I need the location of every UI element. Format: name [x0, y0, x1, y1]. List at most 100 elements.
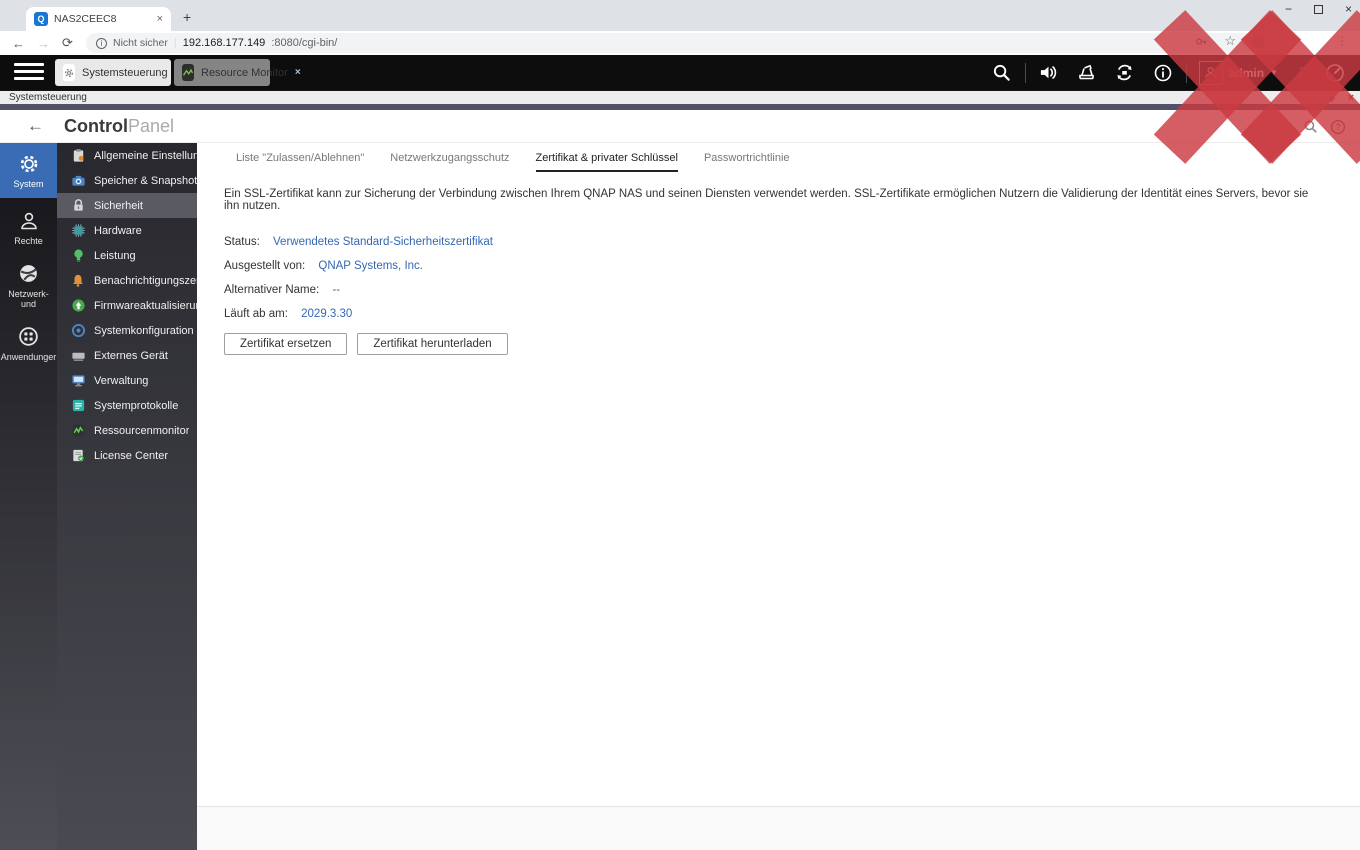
- row-label: Alternativer Name:: [224, 284, 320, 296]
- user-avatar-icon: [1198, 60, 1223, 85]
- bell-icon: [70, 273, 86, 289]
- sidebar-item-systemprotokolle[interactable]: Systemprotokolle: [57, 393, 197, 418]
- sidebar-item-ressourcenmonitor[interactable]: Ressourcenmonitor: [57, 418, 197, 443]
- rail-label: System: [13, 179, 44, 189]
- sidebar-item-allgemeine-einstellungen[interactable]: Allgemeine Einstellungen: [57, 143, 197, 168]
- camera-icon: [70, 173, 86, 189]
- download-certificate-button[interactable]: Zertifikat herunterladen: [357, 333, 508, 355]
- search-icon[interactable]: [983, 63, 1021, 82]
- tab-netzwerkzugangsschutz[interactable]: Netzwerkzugangsschutz: [390, 152, 509, 172]
- back-icon[interactable]: ←: [27, 116, 44, 136]
- page-info-icon[interactable]: i: [96, 37, 107, 49]
- tab-close-icon[interactable]: ×: [157, 13, 163, 25]
- qnap-tab-label: Systemsteuerung: [82, 66, 168, 79]
- user-menu[interactable]: admin ▼: [1191, 60, 1286, 85]
- taskbar-window-title[interactable]: Systemsteuerung: [9, 92, 87, 103]
- qnap-tab-label: Resource Monitor: [201, 66, 288, 79]
- ssl-description: Ein SSL-Zertifikat kann zur Sicherung de…: [224, 188, 1309, 212]
- rail-item-anwendungen[interactable]: Anwendunger: [0, 313, 57, 366]
- user-name: admin: [1228, 65, 1265, 80]
- more-options-icon[interactable]: ⋮: [1286, 65, 1316, 81]
- info-icon[interactable]: [1144, 63, 1182, 83]
- rail-item-rechte[interactable]: Rechte: [0, 198, 57, 250]
- chip-icon: [70, 223, 86, 239]
- page-title: ControlPanel: [64, 116, 174, 137]
- dashboard-gauge-icon[interactable]: [1316, 62, 1354, 84]
- profile-avatar-icon[interactable]: [1252, 34, 1265, 48]
- lightbulb-icon: [70, 248, 86, 264]
- url-separator: |: [173, 37, 177, 49]
- toolbar-separator: [1185, 62, 1187, 83]
- forward-icon[interactable]: →: [37, 36, 50, 51]
- bookmark-star-icon[interactable]: ☆: [1224, 33, 1236, 49]
- back-icon[interactable]: ←: [12, 36, 25, 51]
- window-close-icon[interactable]: ×: [1345, 2, 1352, 16]
- rail-item-system[interactable]: System: [0, 143, 57, 198]
- tab-liste-zulassen-ablehnen[interactable]: Liste "Zulassen/Ablehnen": [236, 152, 364, 172]
- sidebar-item-verwaltung[interactable]: Verwaltung: [57, 368, 197, 393]
- main-menu-icon[interactable]: [14, 63, 44, 80]
- screen: Q NAS2CEEC8 × + − × ← → ⟳ i Nicht sicher…: [0, 0, 1360, 850]
- sidebar-item-hardware[interactable]: Hardware: [57, 218, 197, 243]
- close-tab-icon[interactable]: ×: [295, 67, 301, 78]
- sidebar-item-firmwareaktualisierung[interactable]: Firmwareaktualisierung: [57, 293, 197, 318]
- sidebar-item-benachrichtigungszentrum[interactable]: Benachrichtigungszentru...: [57, 268, 197, 293]
- rail-item-netzwerk[interactable]: Netzwerk-und: [0, 250, 57, 313]
- help-icon[interactable]: ?: [1330, 119, 1346, 135]
- row-label: Ausgestellt von:: [224, 260, 306, 272]
- address-bar-actions: ☆: [1195, 33, 1265, 49]
- certificate-actions: Zertifikat ersetzen Zertifikat herunterl…: [224, 333, 1360, 355]
- browser-tab-title: NAS2CEEC8: [54, 13, 117, 25]
- tab-zertifikat-privater-schluessel[interactable]: Zertifikat & privater Schlüssel: [535, 152, 678, 172]
- background-tasks-icon[interactable]: [1068, 63, 1106, 83]
- browser-tab[interactable]: Q NAS2CEEC8 ×: [26, 7, 171, 31]
- row-laeuft-ab-am: Läuft ab am: 2029.3.30: [224, 308, 1360, 320]
- chevron-down-icon: ▼: [1270, 68, 1278, 77]
- sidebar-item-license-center[interactable]: License Center: [57, 443, 197, 468]
- volume-icon[interactable]: [1030, 63, 1068, 82]
- sidebar-item-systemkonfiguration[interactable]: Systemkonfiguration: [57, 318, 197, 343]
- lock-icon: [70, 198, 86, 214]
- globe-icon: [20, 265, 37, 282]
- browser-menu-icon[interactable]: ⋮: [1336, 34, 1348, 48]
- qnap-tab-resource-monitor[interactable]: Resource Monitor ×: [174, 59, 301, 86]
- refresh-icon[interactable]: ⟳: [62, 35, 73, 51]
- tab-passwortrichtlinie[interactable]: Passwortrichtlinie: [704, 152, 790, 172]
- qnap-tab-systemsteuerung[interactable]: Systemsteuerung ×: [55, 59, 180, 86]
- rail-label: Netzwerk-und: [8, 289, 49, 309]
- address-bar[interactable]: i Nicht sicher | 192.168.177.149 :8080/c…: [86, 33, 1256, 53]
- resource-graph-icon: [70, 423, 86, 439]
- taskbar-controls: − + ×: [1310, 91, 1354, 106]
- key-icon[interactable]: [1195, 35, 1208, 48]
- taskbar-close-icon[interactable]: ×: [1348, 92, 1354, 104]
- qnap-toolbar-right: admin ▼ ⋮: [983, 55, 1360, 90]
- system-config-icon: [70, 323, 86, 339]
- sidebar-item-speicher-snapshots[interactable]: Speicher & Snapshots: [57, 168, 197, 193]
- window-minimize-icon[interactable]: −: [1285, 2, 1292, 16]
- taskbar-minimize-icon[interactable]: −: [1310, 92, 1316, 104]
- sync-lock-icon[interactable]: [1106, 62, 1144, 83]
- content-tabs: Liste "Zulassen/Ablehnen" Netzwerkzugang…: [197, 143, 1360, 172]
- new-tab-button[interactable]: +: [183, 9, 191, 25]
- sidebar-item-externes-geraet[interactable]: Externes Gerät: [57, 343, 197, 368]
- replace-certificate-button[interactable]: Zertifikat ersetzen: [224, 333, 348, 355]
- favicon-icon: Q: [34, 12, 48, 26]
- sidebar-item-sicherheit[interactable]: Sicherheit: [57, 193, 197, 218]
- header-actions: ?: [1303, 110, 1346, 143]
- window-maximize-icon[interactable]: [1313, 4, 1323, 14]
- sidebar-item-leistung[interactable]: Leistung: [57, 243, 197, 268]
- page-title-bold: Control: [64, 115, 128, 136]
- url-host: 192.168.177.149: [182, 37, 266, 49]
- page-title-light: Panel: [127, 115, 175, 136]
- window-controls: − ×: [1285, 2, 1352, 16]
- license-icon: [70, 448, 86, 464]
- category-rail: System Rechte Netzwerk-und Anwendunger: [0, 143, 57, 850]
- gear-icon: [63, 64, 75, 81]
- rail-label: Anwendunger: [0, 352, 57, 362]
- search-icon[interactable]: [1303, 119, 1318, 134]
- window-footer: [197, 806, 1360, 850]
- browser-titlebar: Q NAS2CEEC8 × + − ×: [0, 0, 1360, 31]
- toolbar-separator: [1024, 62, 1026, 83]
- row-label: Läuft ab am:: [224, 308, 288, 320]
- log-icon: [70, 398, 86, 414]
